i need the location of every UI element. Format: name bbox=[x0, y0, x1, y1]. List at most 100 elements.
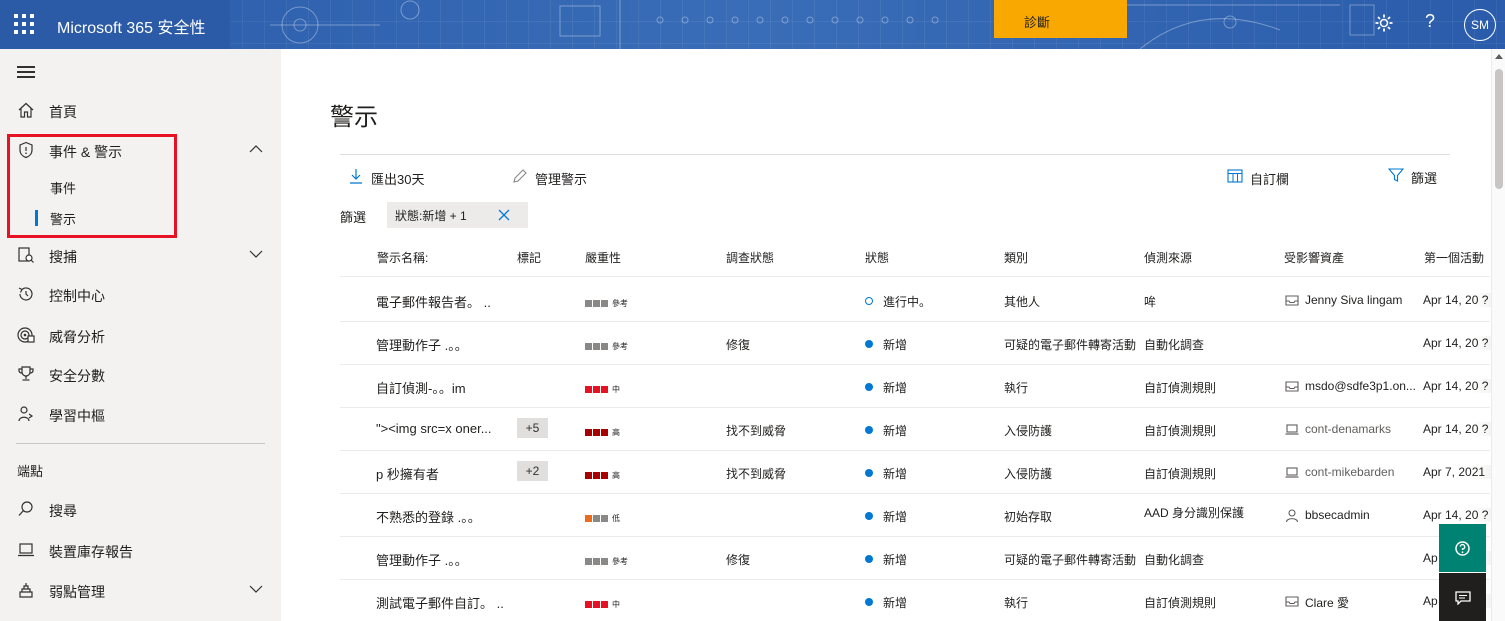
table-row[interactable]: 不熟悉的登錄 .。。 低 新增 初始存取 AAD 身分識別保護 bbsecadmin Apr… bbox=[340, 494, 1493, 537]
severity-bar bbox=[601, 343, 608, 351]
chevron-up-icon[interactable] bbox=[249, 144, 263, 154]
customize-columns-icon bbox=[1227, 169, 1243, 183]
severity-bar bbox=[601, 386, 608, 394]
alert-name-link[interactable]: p 秒擁有者 bbox=[376, 464, 439, 483]
status-dot-icon bbox=[865, 340, 873, 348]
severity-bar bbox=[593, 558, 600, 566]
diagnose-button[interactable]: 診斷 bbox=[994, 0, 1127, 38]
nav-label: 裝置庫存報告 bbox=[49, 544, 133, 560]
nav-item-home[interactable]: 首頁 bbox=[0, 92, 281, 128]
nav-item-learning-hub[interactable]: 學習中樞 bbox=[0, 396, 281, 432]
status-dot-icon bbox=[865, 512, 873, 520]
table-row[interactable]: 測試電子郵件自訂。 .. 中新增 執行 自訂偵測規則 Clare 愛 Ap bbox=[340, 580, 1493, 621]
tag-count-badge[interactable]: +5 bbox=[517, 418, 548, 438]
settings-gear-icon[interactable] bbox=[1374, 13, 1394, 33]
nav-item-search[interactable]: 搜尋 bbox=[0, 491, 281, 527]
chevron-down-icon[interactable] bbox=[249, 584, 263, 594]
impacted-asset-link[interactable]: cont-denamarks bbox=[1305, 422, 1391, 436]
mailbox-icon bbox=[1285, 381, 1299, 392]
alert-name-link[interactable]: 電子郵件報告者。 .. bbox=[376, 292, 491, 311]
severity-indicator: 高 bbox=[585, 467, 620, 480]
severity-bar bbox=[601, 472, 608, 480]
table-row[interactable]: p 秒擁有者 +2 高 找不到威脅 新增 入侵防護 自訂偵測規則 cont-mikebarde… bbox=[340, 451, 1493, 494]
status-text: 新增 bbox=[883, 381, 908, 395]
detection-source-text: 自訂偵測規則 bbox=[1144, 424, 1217, 438]
severity-indicator: 中 bbox=[585, 381, 620, 394]
investigation-state: 找不到威脅 bbox=[726, 467, 787, 481]
app-launcher-icon[interactable] bbox=[14, 14, 34, 34]
nav-item-hunting[interactable]: 搜捕 bbox=[0, 237, 281, 273]
title-divider bbox=[340, 154, 1450, 155]
alert-name-link[interactable]: 管理動作子 .。。 bbox=[376, 335, 468, 354]
table-row[interactable]: "><img src=x oner... +5 高 找不到威脅 新增 入侵防護 自訂偵測規則… bbox=[340, 408, 1493, 451]
device-icon bbox=[1285, 467, 1299, 478]
help-icon[interactable]: ? bbox=[1425, 11, 1435, 32]
severity-bar bbox=[585, 300, 592, 308]
detection-source-text: 自訂偵測規則 bbox=[1144, 467, 1217, 481]
alert-name-link[interactable]: 自訂偵測-。。im bbox=[376, 378, 466, 397]
nav-item-secure-score[interactable]: 安全分數 bbox=[0, 356, 281, 392]
severity-bar bbox=[593, 300, 600, 308]
nav-item-device-inventory[interactable]: 裝置庫存報告 bbox=[0, 532, 281, 568]
vertical-scrollbar[interactable] bbox=[1491, 49, 1505, 621]
feedback-fab-button[interactable] bbox=[1439, 573, 1486, 621]
severity-bar bbox=[601, 515, 608, 523]
nav-item-action-center[interactable]: 控制中心 bbox=[0, 276, 281, 312]
alert-name-link[interactable]: 管理動作子 .。。 bbox=[376, 550, 468, 569]
category-text: 入侵防護 bbox=[1004, 424, 1053, 438]
table-row[interactable]: 管理動作子 .。。 參考 修復 新增 可疑的電子郵件轉寄活動 自動化調查 Ap bbox=[340, 537, 1493, 580]
nav-item-vulnerability-management[interactable]: 弱點管理 bbox=[0, 572, 281, 608]
severity-bar bbox=[593, 601, 600, 609]
impacted-asset-link[interactable]: cont-mikebarden bbox=[1305, 465, 1394, 479]
status-text: 新增 bbox=[883, 424, 908, 438]
scroll-thumb[interactable] bbox=[1495, 69, 1503, 189]
scroll-up-arrow-icon[interactable] bbox=[1495, 54, 1503, 59]
column-header-first-activity[interactable]: 第一個活動 bbox=[1424, 249, 1484, 266]
trophy-icon bbox=[18, 366, 34, 381]
column-header-impacted-assets[interactable]: 受影響資產 bbox=[1284, 249, 1344, 266]
nav-divider bbox=[16, 443, 265, 444]
search-icon bbox=[18, 501, 33, 516]
filter-chip-status[interactable]: 狀態:新增 + 1 bbox=[387, 202, 528, 228]
impacted-asset-link[interactable]: Clare 愛 bbox=[1305, 594, 1349, 611]
collapse-nav-icon[interactable] bbox=[17, 66, 35, 78]
detection-source-text: 自訂偵測規則 bbox=[1144, 381, 1217, 395]
category-text: 執行 bbox=[1004, 596, 1029, 610]
alert-name-link[interactable]: "><img src=x oner... bbox=[376, 421, 492, 436]
alert-name-link[interactable]: 不熟悉的登錄 .。。 bbox=[376, 507, 481, 526]
alert-name-link[interactable]: 測試電子郵件自訂。 .. bbox=[376, 593, 504, 612]
chat-bubble-icon bbox=[1455, 591, 1471, 605]
severity-indicator: 中 bbox=[585, 596, 620, 609]
category-text: 可疑的電子郵件轉寄活動 bbox=[1004, 553, 1137, 567]
remove-filter-close-icon[interactable] bbox=[497, 208, 511, 222]
column-header-tags[interactable]: 標記 bbox=[517, 249, 541, 266]
chevron-down-icon[interactable] bbox=[249, 249, 263, 259]
table-row[interactable]: 自訂偵測-。。im 中 新增 執行 自訂偵測規則 msdo@sdfe3p1.on... Ap… bbox=[340, 365, 1493, 408]
table-row[interactable]: 電子郵件報告者。 .. 參考 進行中。 其他人 哞 Jenny Siva lingam Ap… bbox=[340, 279, 1493, 322]
impacted-asset-link[interactable]: Jenny Siva lingam bbox=[1305, 293, 1402, 307]
first-activity-date: Apr 14, 20 ? bbox=[1423, 336, 1493, 350]
severity-bar bbox=[585, 515, 592, 523]
severity-bar bbox=[601, 558, 608, 566]
help-fab-button[interactable] bbox=[1439, 524, 1486, 572]
column-header-alert-name[interactable]: 警示名稱: bbox=[377, 249, 428, 266]
severity-bar bbox=[601, 300, 608, 308]
filter-label: 篩選 bbox=[1411, 171, 1438, 186]
column-header-investigation-state[interactable]: 調查狀態 bbox=[726, 249, 774, 266]
column-header-status[interactable]: 狀態 bbox=[865, 249, 889, 266]
investigation-state: 找不到威脅 bbox=[726, 424, 787, 438]
column-header-category[interactable]: 類別 bbox=[1004, 249, 1028, 266]
column-header-severity[interactable]: 嚴重性 bbox=[585, 249, 621, 266]
impacted-asset-link[interactable]: bbsecadmin bbox=[1305, 508, 1370, 522]
severity-indicator: 參考 bbox=[585, 338, 628, 351]
severity-indicator: 參考 bbox=[585, 553, 628, 566]
nav-item-threat-analytics[interactable]: 威脅分析 bbox=[0, 317, 281, 353]
user-icon bbox=[1285, 509, 1299, 522]
user-avatar[interactable]: SM bbox=[1464, 9, 1496, 41]
impacted-asset-link[interactable]: msdo@sdfe3p1.on... bbox=[1305, 379, 1416, 393]
filter-chip-label: 狀態:新增 + 1 bbox=[395, 209, 467, 223]
filter-funnel-icon bbox=[1388, 168, 1404, 182]
column-header-detection-source[interactable]: 偵測來源 bbox=[1144, 249, 1192, 266]
tag-count-badge[interactable]: +2 bbox=[517, 461, 548, 481]
table-row[interactable]: 管理動作子 .。。 參考 修復 新增 可疑的電子郵件轉寄活動 自動化調查 Apr 14, 2… bbox=[340, 322, 1493, 365]
